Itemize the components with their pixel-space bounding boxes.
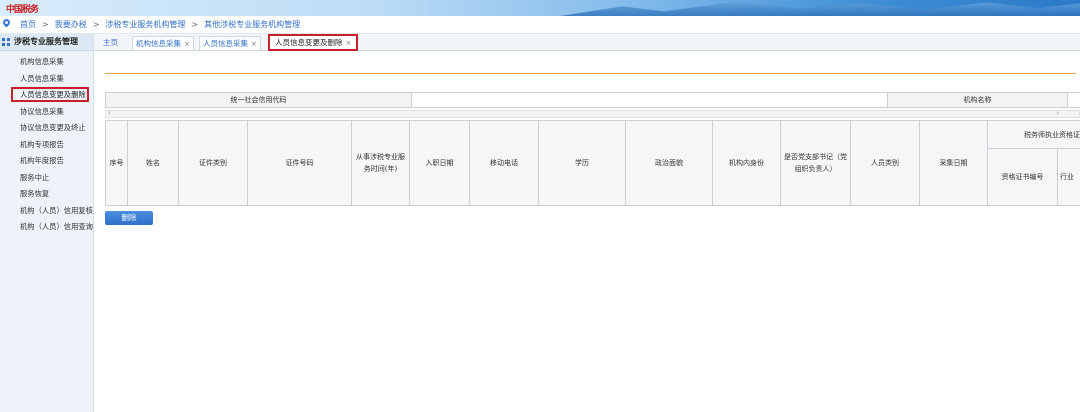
org-info-table: 统一社会信用代码 机构名称: [105, 92, 1080, 108]
location-pin-icon: [1, 17, 12, 28]
grid-menu-icon: [2, 38, 10, 46]
sidebar-item-credit-review[interactable]: 机构（人员）信用复核: [0, 203, 93, 220]
sidebar: 涉税专业服务管理 机构信息采集 人员信息采集 人员信息变更及删除 协议信息采集 …: [0, 34, 94, 412]
sidebar-item-agreement-change[interactable]: 协议信息变更及终止: [0, 120, 93, 137]
breadcrumb-tax-office[interactable]: 我要办税: [55, 20, 87, 29]
col-name: 姓名: [127, 120, 179, 206]
logo: 中国税务: [6, 5, 39, 15]
col-person-type: 人员类别: [850, 120, 920, 206]
horizontal-scrollbar[interactable]: ‹ ›: [105, 109, 1080, 118]
col-position: 机构内身份: [712, 120, 781, 206]
breadcrumb: 首页 > 我要办税 > 涉税专业服务机构管理 > 其他涉税专业服务机构管理: [20, 19, 300, 30]
col-entry-date: 入职日期: [409, 120, 470, 206]
col-qualification-group: 税务师执业资格证书: [987, 120, 1080, 149]
section-divider: [105, 73, 1076, 74]
sidebar-item-agreement-collect[interactable]: 协议信息采集: [0, 104, 93, 121]
tab-bar: 主页 机构信息采集 × 人员信息采集 × 人员信息变更及删除 ×: [94, 34, 1080, 51]
tab-org-info-collect[interactable]: 机构信息采集 ×: [132, 36, 194, 50]
credit-code-value: [411, 92, 888, 108]
sidebar-item-special-report[interactable]: 机构专项报告: [0, 137, 93, 154]
sidebar-title: 涉税专业服务管理: [14, 37, 78, 46]
breadcrumb-agency-management[interactable]: 涉税专业服务机构管理: [105, 20, 185, 29]
sidebar-header[interactable]: 涉税专业服务管理: [0, 34, 93, 51]
close-icon[interactable]: ×: [346, 39, 352, 47]
breadcrumb-other-agency-management[interactable]: 其他涉税专业服务机构管理: [204, 20, 300, 29]
sidebar-item-org-info-collect[interactable]: 机构信息采集: [0, 54, 93, 71]
close-icon[interactable]: ×: [251, 40, 257, 48]
breadcrumb-separator: >: [191, 20, 199, 29]
breadcrumb-separator: >: [92, 20, 100, 29]
sidebar-item-service-suspend[interactable]: 服务中止: [0, 170, 93, 187]
banner-mountains: [560, 1, 1080, 16]
col-political-status: 政治面貌: [625, 120, 713, 206]
sidebar-item-staff-info-change[interactable]: 人员信息变更及删除: [0, 87, 93, 104]
col-education: 学历: [538, 120, 626, 206]
scroll-left-icon[interactable]: ‹: [108, 109, 111, 117]
breadcrumb-home[interactable]: 首页: [20, 20, 36, 29]
sidebar-item-credit-query[interactable]: 机构（人员）信用查询: [0, 219, 93, 236]
highlight-box: [11, 87, 89, 102]
col-collect-date: 采集日期: [919, 120, 988, 206]
col-id-number: 证件号码: [247, 120, 352, 206]
org-name-label: 机构名称: [887, 92, 1068, 108]
close-icon[interactable]: ×: [184, 40, 190, 48]
col-mobile: 移动电话: [469, 120, 539, 206]
top-banner: 中国税务: [0, 0, 1080, 16]
breadcrumb-separator: >: [42, 20, 49, 29]
sidebar-item-annual-report[interactable]: 机构年度报告: [0, 153, 93, 170]
tab-staff-info-collect[interactable]: 人员信息采集 ×: [199, 36, 261, 50]
credit-code-label: 统一社会信用代码: [105, 92, 412, 108]
col-industry: 行业: [1057, 148, 1080, 206]
col-seq: 序号: [105, 120, 128, 206]
org-name-value: [1067, 92, 1080, 108]
col-party-secretary: 是否党支部书记（党组织负责人）: [780, 120, 851, 206]
breadcrumb-bar: 首页 > 我要办税 > 涉税专业服务机构管理 > 其他涉税专业服务机构管理: [0, 16, 1080, 34]
sidebar-item-staff-info-collect[interactable]: 人员信息采集: [0, 71, 93, 88]
col-service-years: 从事涉税专业服务时间(年): [351, 120, 410, 206]
sidebar-item-service-resume[interactable]: 服务恢复: [0, 186, 93, 203]
tab-staff-info-change[interactable]: 人员信息变更及删除 ×: [268, 34, 359, 51]
tab-home[interactable]: 主页: [100, 36, 121, 50]
scroll-right-icon[interactable]: ›: [1056, 109, 1059, 117]
col-id-type: 证件类别: [178, 120, 248, 206]
delete-button[interactable]: 删除: [105, 211, 153, 225]
sidebar-menu: 机构信息采集 人员信息采集 人员信息变更及删除 协议信息采集 协议信息变更及终止…: [0, 51, 93, 236]
staff-table: 序号 姓名 证件类别 证件号码 从事涉税专业服务时间(年) 入职日期 移动电话 …: [105, 120, 1080, 206]
col-cert-number: 资格证书编号: [987, 148, 1058, 206]
